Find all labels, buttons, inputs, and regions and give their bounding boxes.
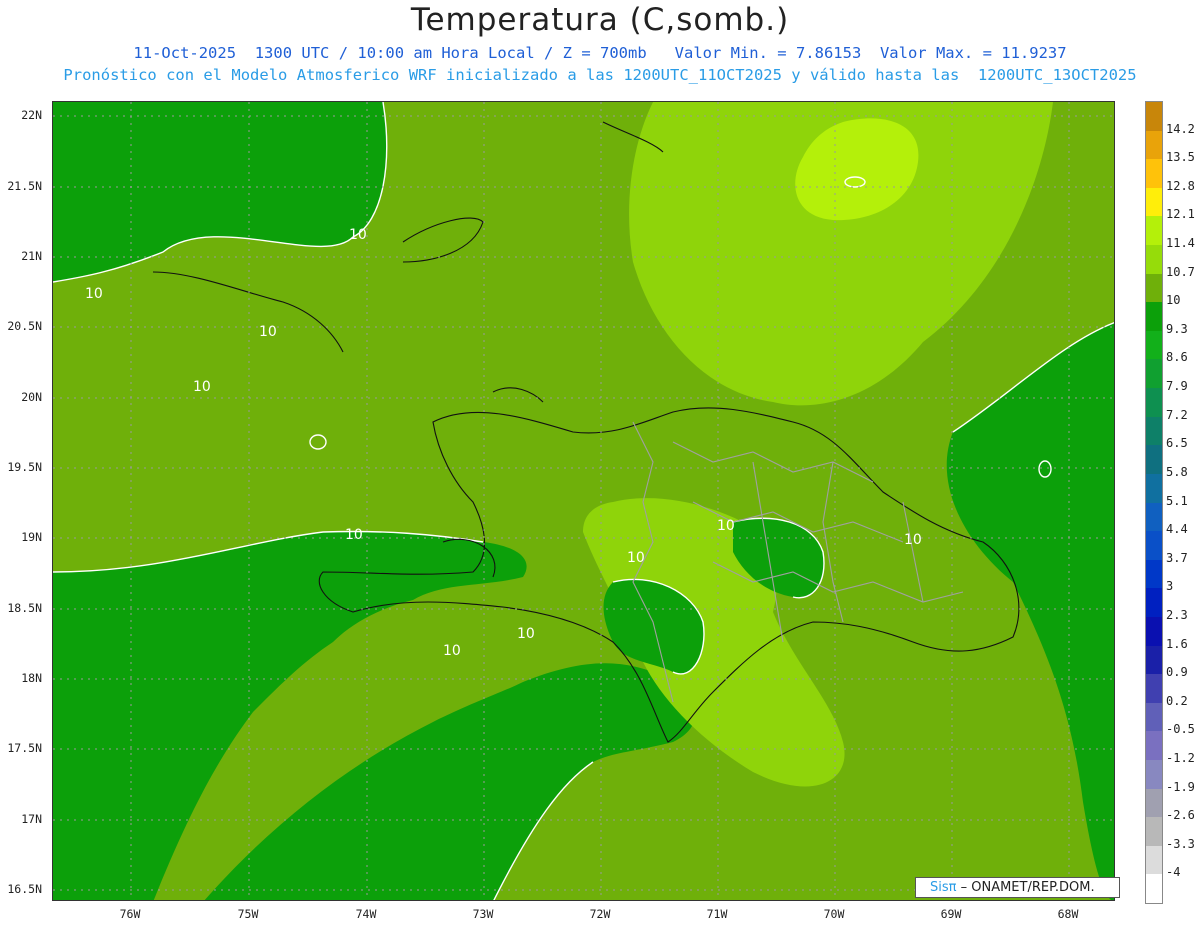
- lat-label: 21N: [21, 249, 42, 263]
- legend-label: 10: [1166, 293, 1181, 308]
- contour-label: 10: [904, 532, 922, 548]
- legend-color-cell: [1146, 216, 1162, 246]
- legend-color-cell: [1146, 788, 1162, 818]
- legend-label: 4.4: [1166, 522, 1188, 537]
- legend-color-cell: [1146, 616, 1162, 647]
- legend-label: -1.9: [1166, 779, 1195, 794]
- lon-label: 73W: [472, 907, 494, 921]
- lat-label: 17N: [21, 812, 42, 826]
- legend-label: 9.3: [1166, 321, 1188, 336]
- legend-color-cell: [1146, 187, 1162, 217]
- sispi-logo: Sisπ: [930, 880, 957, 895]
- legend-label: 5.1: [1166, 493, 1188, 508]
- contour-label: 10: [717, 518, 735, 534]
- lat-label: 20.5N: [7, 319, 42, 333]
- legend-label: 0.2: [1166, 693, 1188, 708]
- legend-label: -0.5: [1166, 722, 1195, 737]
- legend-label: -2.6: [1166, 808, 1195, 823]
- lon-label: 72W: [589, 907, 611, 921]
- legend-label: 14.2: [1166, 121, 1195, 136]
- legend-color-cell: [1146, 159, 1162, 189]
- color-scale-bar: [1145, 101, 1163, 904]
- legend-label: 12.8: [1166, 178, 1195, 193]
- legend-label: -1.2: [1166, 750, 1195, 765]
- legend-color-cell: [1146, 817, 1162, 847]
- legend-label: 3: [1166, 579, 1174, 594]
- contour-label: 10: [193, 379, 211, 395]
- legend-label: 6.5: [1166, 436, 1188, 451]
- temperature-map[interactable]: 10 10 10 10 10 10 10 10 10 10: [52, 101, 1115, 901]
- legend-color-cell: [1146, 531, 1162, 561]
- legend-label: 13.5: [1166, 150, 1195, 165]
- legend-color-cell: [1146, 130, 1162, 160]
- contour-label: 10: [345, 527, 363, 543]
- legend-label: 11.4: [1166, 236, 1195, 251]
- legend-label: -4: [1166, 865, 1181, 880]
- legend-color-cell: [1146, 102, 1162, 132]
- legend-color-cell: [1146, 759, 1162, 790]
- legend-label: 7.2: [1166, 407, 1188, 422]
- cool-region-southeast: [946, 322, 1114, 900]
- legend-label: 7.9: [1166, 379, 1188, 394]
- legend-color-cell: [1146, 674, 1162, 704]
- credit-box: Sisπ – ONAMET/REP.DOM.: [915, 877, 1120, 898]
- lat-label: 17.5N: [7, 741, 42, 755]
- legend-color-cell: [1146, 273, 1162, 303]
- legend-label: 3.7: [1166, 550, 1188, 565]
- lat-label: 18.5N: [7, 601, 42, 615]
- legend-color-cell: [1146, 359, 1162, 389]
- legend-color-cell: [1146, 245, 1162, 275]
- contour-label: 10: [349, 227, 367, 243]
- contour-label: 10: [259, 324, 277, 340]
- lon-label: 76W: [119, 907, 141, 921]
- lat-label: 19N: [21, 530, 42, 544]
- legend-label: 1.6: [1166, 636, 1188, 651]
- contour-label: 10: [443, 643, 461, 659]
- lat-label: 20N: [21, 390, 42, 404]
- lon-label: 69W: [940, 907, 962, 921]
- legend-color-cell: [1146, 845, 1162, 875]
- legend-label: 12.1: [1166, 207, 1195, 222]
- legend-color-cell: [1146, 473, 1162, 503]
- lon-label: 68W: [1057, 907, 1079, 921]
- legend-color-cell: [1146, 874, 1162, 904]
- legend-color-cell: [1146, 388, 1162, 418]
- legend-label: -3.3: [1166, 836, 1195, 851]
- credit-text: – ONAMET/REP.DOM.: [960, 880, 1095, 895]
- legend-color-cell: [1146, 645, 1162, 675]
- lat-label: 16.5N: [7, 882, 42, 896]
- legend-label: 5.8: [1166, 464, 1188, 479]
- lon-label: 75W: [237, 907, 259, 921]
- lat-label: 19.5N: [7, 460, 42, 474]
- validity-line: 11-Oct-2025 1300 UTC / 10:00 am Hora Loc…: [133, 44, 1067, 62]
- legend-color-cell: [1146, 416, 1162, 446]
- lon-label: 71W: [706, 907, 728, 921]
- map-title: Temperatura (C,somb.): [410, 2, 790, 38]
- model-info-line: Pronóstico con el Modelo Atmosferico WRF…: [63, 66, 1137, 84]
- cool-region-west: [53, 102, 387, 282]
- legend-label: 2.3: [1166, 607, 1188, 622]
- contour-label: 10: [627, 550, 645, 566]
- legend-label: 8.6: [1166, 350, 1188, 365]
- contour-label: 10: [85, 286, 103, 302]
- legend-color-cell: [1146, 702, 1162, 732]
- lat-label: 21.5N: [7, 179, 42, 193]
- legend-color-cell: [1146, 559, 1162, 589]
- lon-label: 70W: [823, 907, 845, 921]
- lon-label: 74W: [355, 907, 377, 921]
- lat-label: 22N: [21, 108, 42, 122]
- legend-color-cell: [1146, 330, 1162, 360]
- cool-region-south: [204, 663, 695, 900]
- legend-color-cell: [1146, 445, 1162, 475]
- legend-color-cell: [1146, 502, 1162, 532]
- map-canvas: 10 10 10 10 10 10 10 10 10 10: [53, 102, 1114, 900]
- legend-label: 0.9: [1166, 665, 1188, 680]
- lat-label: 18N: [21, 671, 42, 685]
- contour-label: 10: [517, 626, 535, 642]
- legend-color-cell: [1146, 731, 1162, 761]
- legend-color-cell: [1146, 588, 1162, 618]
- legend-color-cell: [1146, 302, 1162, 332]
- legend-label: 10.7: [1166, 264, 1195, 279]
